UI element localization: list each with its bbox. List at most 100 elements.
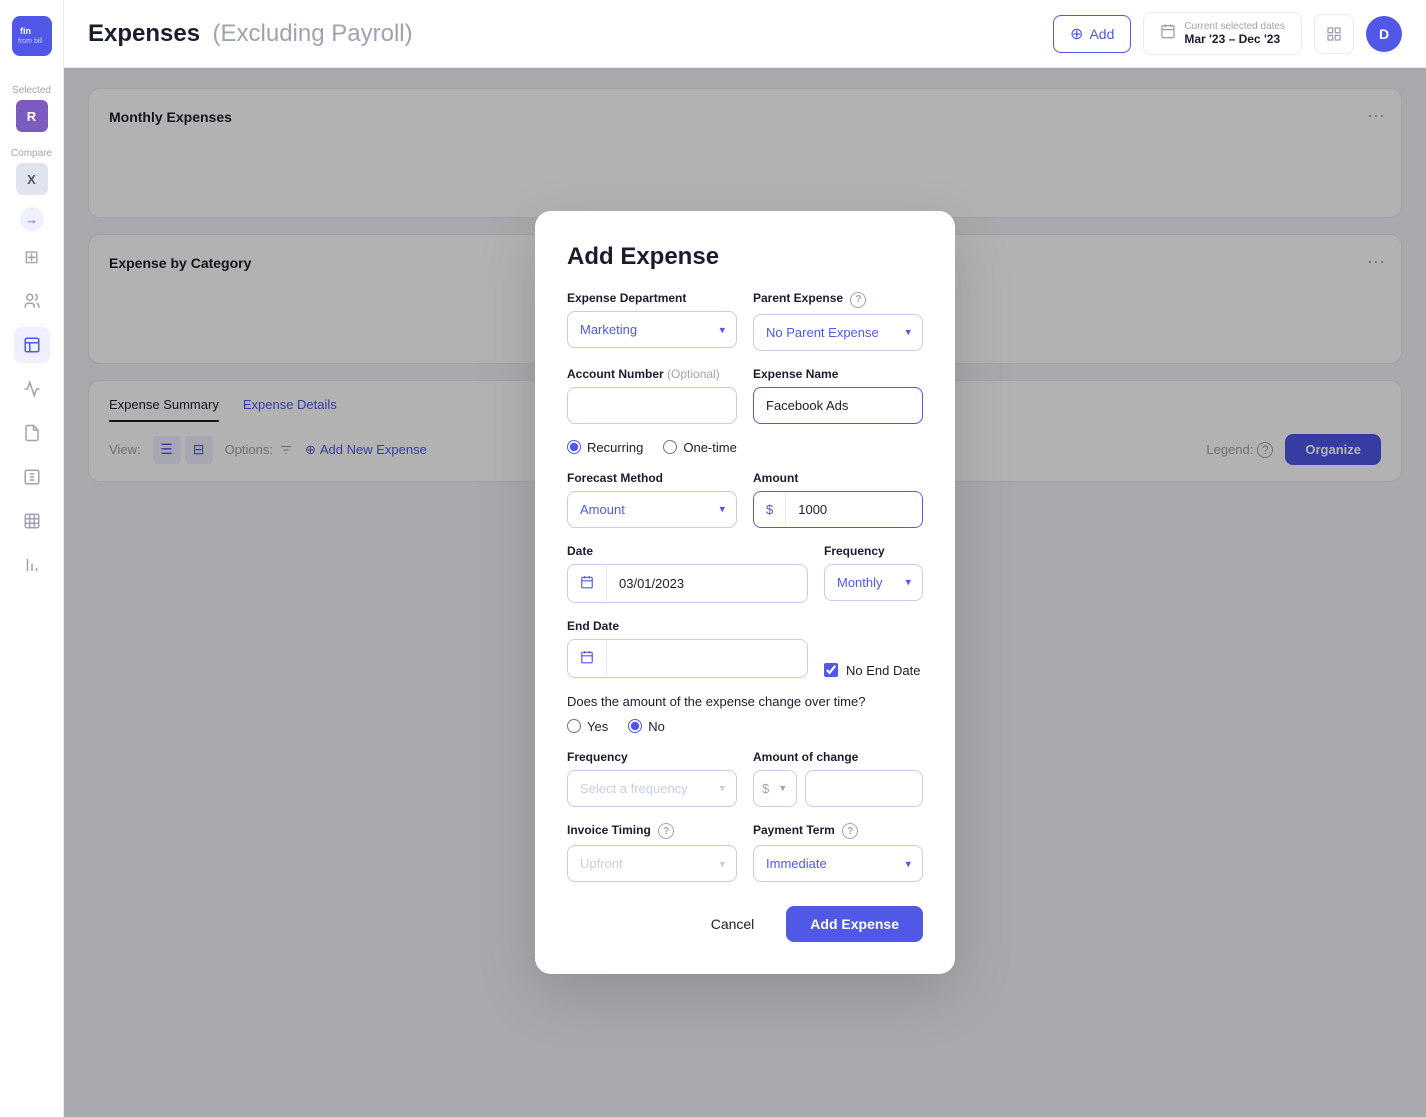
change-currency-select[interactable]: $ — [753, 770, 797, 807]
date-input[interactable] — [607, 566, 807, 601]
forecast-amount-row: Forecast Method Amount ▾ Amount $ — [567, 471, 923, 528]
sidebar-selected-section: Selected R — [0, 77, 63, 132]
no-end-date-checkbox-label[interactable]: No End Date — [824, 663, 923, 678]
parent-expense-help-icon[interactable]: ? — [850, 292, 866, 308]
no-end-date-group: No End Date — [824, 619, 923, 678]
expense-dept-group: Expense Department Marketing ▾ — [567, 291, 737, 351]
recurring-radio-label[interactable]: Recurring — [567, 440, 643, 455]
page-subtitle: (Excluding Payroll) — [213, 20, 413, 47]
sidebar-toggle[interactable]: → — [20, 207, 44, 231]
page-content: Monthly Expenses ··· Expense by Category… — [64, 68, 1426, 1117]
user-avatar[interactable]: D — [1366, 16, 1402, 52]
change-amount-input-row: $ ▾ — [753, 770, 923, 807]
submit-button[interactable]: Add Expense — [786, 906, 923, 942]
optional-label: (Optional) — [667, 367, 720, 381]
modal-footer: Cancel Add Expense — [567, 906, 923, 942]
invoice-payment-row: Invoice Timing ? Upfront ▾ Payment Ter — [567, 823, 923, 883]
nav-table-icon[interactable] — [14, 503, 50, 539]
change-yes-label[interactable]: Yes — [567, 719, 608, 734]
add-plus-icon: ⊕ — [1070, 24, 1083, 44]
amount-label: Amount — [753, 471, 923, 485]
grid-view-button[interactable] — [1314, 14, 1354, 54]
parent-expense-select-wrapper: No Parent Expense ▾ — [753, 314, 923, 351]
dept-parent-row: Expense Department Marketing ▾ Parent Ex… — [567, 291, 923, 351]
nav-report-icon[interactable] — [14, 547, 50, 583]
date-range-info: Current selected dates Mar '23 – Dec '23 — [1184, 21, 1285, 46]
account-number-input[interactable] — [567, 387, 737, 424]
account-number-group: Account Number (Optional) — [567, 367, 737, 424]
compare-avatar[interactable]: X — [16, 163, 48, 195]
one-time-radio-label[interactable]: One-time — [663, 440, 736, 455]
amount-input[interactable] — [786, 492, 922, 527]
date-calendar-icon — [568, 565, 607, 602]
forecast-method-group: Forecast Method Amount ▾ — [567, 471, 737, 528]
amount-group: Amount $ — [753, 471, 923, 528]
sidebar-compare-section: Compare X — [0, 140, 63, 195]
header-actions: ⊕ Add Current selected dates Mar '23 – D… — [1053, 12, 1402, 55]
modal-overlay[interactable]: Add Expense Expense Department Marketing… — [64, 68, 1426, 1117]
change-amount-group: Amount of change $ ▾ — [753, 750, 923, 807]
invoice-timing-select-wrapper: Upfront ▾ — [567, 845, 737, 882]
change-amount-label: Amount of change — [753, 750, 923, 764]
change-no-label[interactable]: No — [628, 719, 665, 734]
change-freq-group: Frequency Select a frequency ▾ — [567, 750, 737, 807]
change-freq-select[interactable]: Select a frequency — [567, 770, 737, 807]
change-question: Does the amount of the expense change ov… — [567, 694, 923, 709]
forecast-method-select-wrapper: Amount ▾ — [567, 491, 737, 528]
payment-term-select-wrapper: Immediate ▾ — [753, 845, 923, 882]
expense-dept-label: Expense Department — [567, 291, 737, 305]
sidebar: fin from bill Selected R Compare X → ⊞ — [0, 0, 64, 1117]
nav-file-icon[interactable] — [14, 415, 50, 451]
page-header: Expenses (Excluding Payroll) ⊕ Add Curre… — [64, 0, 1426, 68]
account-name-row: Account Number (Optional) Expense Name — [567, 367, 923, 424]
recurring-radio[interactable] — [567, 440, 581, 454]
end-date-label: End Date — [567, 619, 808, 633]
main-area: Expenses (Excluding Payroll) ⊕ Add Curre… — [64, 0, 1426, 1117]
one-time-radio[interactable] — [663, 440, 677, 454]
selected-avatar[interactable]: R — [16, 100, 48, 132]
add-button[interactable]: ⊕ Add — [1053, 15, 1131, 53]
change-no-radio[interactable] — [628, 719, 642, 733]
payment-term-select[interactable]: Immediate — [753, 845, 923, 882]
invoice-timing-help-icon[interactable]: ? — [658, 823, 674, 839]
svg-text:from bill: from bill — [18, 38, 43, 45]
nav-people-icon[interactable] — [14, 283, 50, 319]
end-date-group: End Date — [567, 619, 808, 678]
page-title-area: Expenses (Excluding Payroll) — [88, 20, 413, 48]
expense-dept-select-wrapper: Marketing ▾ — [567, 311, 737, 348]
end-date-input[interactable] — [607, 641, 807, 676]
amount-currency-symbol: $ — [754, 492, 786, 527]
change-amount-input[interactable] — [805, 770, 923, 807]
date-frequency-row: Date Frequency — [567, 544, 923, 603]
change-freq-select-wrapper: Select a frequency ▾ — [567, 770, 737, 807]
nav-chart-icon[interactable] — [14, 371, 50, 407]
date-group: Date — [567, 544, 808, 603]
change-currency-select-wrapper: $ ▾ — [753, 770, 797, 807]
parent-expense-group: Parent Expense ? No Parent Expense ▾ — [753, 291, 923, 351]
date-range-selector[interactable]: Current selected dates Mar '23 – Dec '23 — [1143, 12, 1302, 55]
forecast-method-select[interactable]: Amount — [567, 491, 737, 528]
selected-label: Selected — [12, 85, 51, 96]
frequency-label: Frequency — [824, 544, 923, 558]
expense-name-input[interactable] — [753, 387, 923, 424]
expense-dept-select[interactable]: Marketing — [567, 311, 737, 348]
change-yes-radio[interactable] — [567, 719, 581, 733]
cancel-button[interactable]: Cancel — [691, 906, 775, 942]
date-input-group — [567, 564, 808, 603]
modal-title: Add Expense — [567, 243, 923, 271]
no-end-date-checkbox[interactable] — [824, 663, 838, 677]
nav-dashboard-icon[interactable]: ⊞ — [14, 239, 50, 275]
payment-term-label: Payment Term ? — [753, 823, 923, 840]
svg-text:fin: fin — [20, 26, 31, 36]
frequency-select[interactable]: Monthly — [824, 564, 923, 601]
payment-term-help-icon[interactable]: ? — [842, 823, 858, 839]
expense-name-group: Expense Name — [753, 367, 923, 424]
parent-expense-select[interactable]: No Parent Expense — [753, 314, 923, 351]
expense-type-radio-group: Recurring One-time — [567, 440, 923, 455]
nav-invoice-icon[interactable] — [14, 459, 50, 495]
forecast-method-label: Forecast Method — [567, 471, 737, 485]
change-freq-label: Frequency — [567, 750, 737, 764]
nav-expenses-icon[interactable] — [14, 327, 50, 363]
date-label: Date — [567, 544, 808, 558]
invoice-timing-select[interactable]: Upfront — [567, 845, 737, 882]
